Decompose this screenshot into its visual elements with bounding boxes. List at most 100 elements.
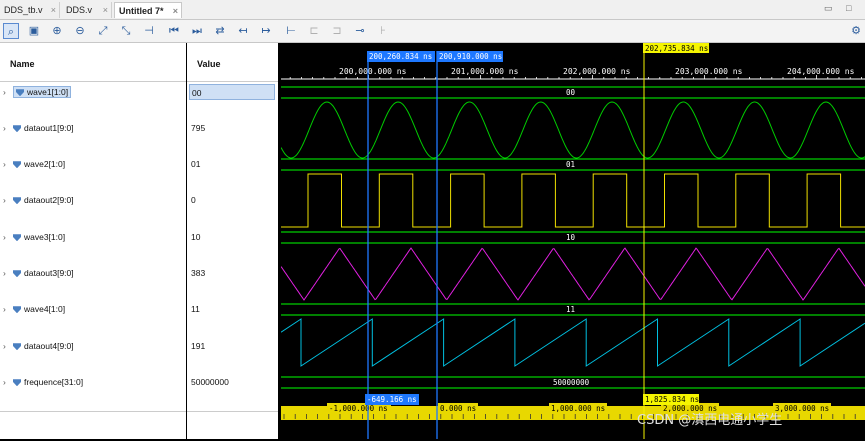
bus-value-label: 10 <box>566 233 576 242</box>
signal-value: 795 <box>191 123 206 133</box>
signal-row-dataout3[interactable]: › dataout3[9:0] <box>0 265 74 281</box>
signal-row-dataout4[interactable]: › dataout4[9:0] <box>0 338 74 354</box>
signal-row-wave4[interactable]: › wave4[1:0] <box>0 301 65 317</box>
signal-name-panel: Name › wave1[1:0] › dataout1[9:0] › wave2[1… <box>0 43 186 439</box>
watermark: CSDN @滇西电通小学生 <box>637 412 782 428</box>
signal-value: 383 <box>191 268 206 278</box>
maximize-icon[interactable]: □ <box>846 3 851 13</box>
go-to-start-icon[interactable]: ⏮ <box>166 23 182 39</box>
bus-icon <box>13 306 21 314</box>
delete-marker-icon[interactable]: ⊸ <box>352 23 368 39</box>
signal-value: 11 <box>191 304 200 314</box>
cursor-1-time: 200,260.834 ns <box>369 52 432 61</box>
save-icon[interactable]: ▣ <box>26 23 42 39</box>
tab-dds-tb[interactable]: DDS_tb.v × <box>0 2 60 18</box>
bus-value-label: 01 <box>566 160 575 169</box>
next-transition-icon[interactable]: ↦ <box>258 23 274 39</box>
bottom-tick-label: 1,000.000 ns <box>551 404 605 413</box>
close-icon[interactable]: × <box>103 2 108 18</box>
bus-value-label: 11 <box>566 305 575 314</box>
signal-name: wave4[1:0] <box>24 304 66 314</box>
bus-icon <box>13 125 21 133</box>
waveform-toolbar: ⌕ ▣ ⊕ ⊖ ⤢ ⤡ ⊣ ⏮ ⏭ ⇄ ↤ ↦ ⊢ ⊏ ⊐ ⊸ ⊦ ⚙ <box>0 20 865 43</box>
waveform-canvas[interactable]: 200,000.000 ns 201,000.000 ns 202,000.00… <box>278 43 865 439</box>
gear-icon[interactable]: ⚙ <box>848 23 864 39</box>
chevron-right-icon[interactable]: › <box>3 156 13 172</box>
signal-name: wave2[1:0] <box>24 159 66 169</box>
signal-name: wave3[1:0] <box>24 232 66 242</box>
list-footer-divider <box>0 411 186 412</box>
chevron-right-icon[interactable]: › <box>3 229 13 245</box>
signal-name: dataout4[9:0] <box>24 341 74 351</box>
chevron-right-icon[interactable]: › <box>3 84 13 100</box>
bottom-tick-label: -1,000.000 ns <box>329 404 388 413</box>
signal-value: 01 <box>191 159 201 169</box>
marker-time: 202,735.834 ns <box>645 44 708 53</box>
bottom-tick-label: 3,000.000 ns <box>775 404 829 413</box>
restore-icon[interactable]: ▭ <box>824 3 833 14</box>
bottom-tick-label: 2,000.000 ns <box>663 404 717 413</box>
go-to-end-icon[interactable]: ⏭ <box>189 23 205 39</box>
tab-label: DDS_tb.v <box>4 5 43 15</box>
zoom-to-cursor-icon[interactable]: ⤡ <box>118 23 134 39</box>
bus-value-label: 00 <box>566 88 576 97</box>
bus-icon <box>13 379 21 387</box>
close-icon[interactable]: × <box>51 2 56 18</box>
waveform-svg: 200,000.000 ns 201,000.000 ns 202,000.00… <box>278 43 865 439</box>
signal-row-wave1[interactable]: › wave1[1:0] <box>0 84 72 100</box>
bus-icon <box>13 161 21 169</box>
bus-icon <box>13 234 21 242</box>
bottom-tick-label: 0.000 ns <box>440 404 476 413</box>
chevron-right-icon[interactable]: › <box>3 120 13 136</box>
name-column-header: Name <box>10 59 35 69</box>
close-icon[interactable]: × <box>173 3 178 19</box>
chevron-right-icon[interactable]: › <box>3 338 13 354</box>
chevron-right-icon[interactable]: › <box>3 374 13 390</box>
bus-value-label: 50000000 <box>553 378 590 387</box>
previous-marker-icon[interactable]: ⊏ <box>306 23 322 39</box>
swap-cursors-icon[interactable]: ⇄ <box>212 23 228 39</box>
list-footer-divider <box>187 411 278 412</box>
time-tick-label: 201,000.000 ns <box>451 67 519 76</box>
zoom-out-icon[interactable]: ⊖ <box>72 23 88 39</box>
signal-name: dataout1[9:0] <box>24 123 74 133</box>
signal-name: dataout2[9:0] <box>24 195 74 205</box>
signal-value-panel: Value 00 795 01 0 10 383 11 191 50000000 <box>187 43 278 439</box>
signal-value: 00 <box>189 84 275 100</box>
tab-untitled-7[interactable]: Untitled 7* × <box>114 2 182 18</box>
zoom-fit-icon[interactable]: ⤢ <box>95 23 111 39</box>
signal-row-dataout2[interactable]: › dataout2[9:0] <box>0 192 74 208</box>
bus-icon <box>13 270 21 278</box>
search-icon[interactable]: ⌕ <box>3 23 19 39</box>
time-tick-label: 203,000.000 ns <box>675 67 743 76</box>
editor-tab-bar: DDS_tb.v × DDS.v × Untitled 7* × ▭ □ <box>0 0 865 20</box>
bus-icon <box>13 197 21 205</box>
next-marker-icon[interactable]: ⊐ <box>329 23 345 39</box>
snap-icon[interactable]: ⊦ <box>375 23 391 39</box>
signal-value: 50000000 <box>191 377 229 387</box>
chevron-right-icon[interactable]: › <box>3 265 13 281</box>
signal-row-frequence[interactable]: › frequence[31:0] <box>0 374 83 390</box>
signal-row-wave2[interactable]: › wave2[1:0] <box>0 156 65 172</box>
value-column-header: Value <box>197 59 221 69</box>
signal-row-dataout1[interactable]: › dataout1[9:0] <box>0 120 74 136</box>
tab-dds[interactable]: DDS.v × <box>62 2 112 18</box>
time-tick-label: 200,000.000 ns <box>339 67 407 76</box>
cursor-2-time: 200,910.000 ns <box>439 52 502 61</box>
signal-value: 191 <box>191 341 206 351</box>
chevron-right-icon[interactable]: › <box>3 192 13 208</box>
previous-transition-icon[interactable]: ↤ <box>235 23 251 39</box>
zoom-in-icon[interactable]: ⊕ <box>49 23 65 39</box>
signal-value: 10 <box>191 232 201 242</box>
tab-label: Untitled 7* <box>119 6 164 16</box>
insert-marker-icon[interactable]: ⊢ <box>283 23 299 39</box>
chevron-right-icon[interactable]: › <box>3 301 13 317</box>
signal-name: dataout3[9:0] <box>24 268 74 278</box>
time-tick-label: 204,000.000 ns <box>787 67 855 76</box>
signal-name: frequence[31:0] <box>24 377 84 387</box>
delta-1-time: -649.166 ns <box>367 395 417 404</box>
add-marker-icon[interactable]: ⊣ <box>141 23 157 39</box>
tab-label: DDS.v <box>66 5 93 15</box>
bus-icon <box>13 343 21 351</box>
signal-row-wave3[interactable]: › wave3[1:0] <box>0 229 65 245</box>
